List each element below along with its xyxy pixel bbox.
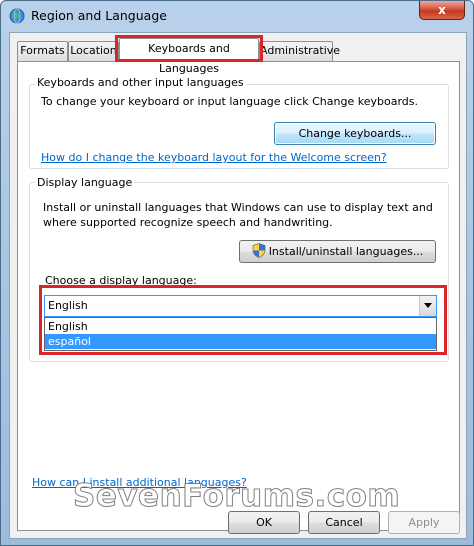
chevron-down-icon xyxy=(424,303,432,308)
option-label: English xyxy=(48,320,88,333)
ok-button[interactable]: OK xyxy=(228,511,300,534)
display-language-select[interactable]: English xyxy=(44,295,437,317)
option-english[interactable]: English xyxy=(45,319,436,334)
apply-button[interactable]: Apply xyxy=(388,511,460,534)
option-espanol[interactable]: español xyxy=(45,334,436,349)
tab-highlight-box xyxy=(115,35,263,62)
tab-administrative[interactable]: Administrative xyxy=(259,41,340,61)
display-description-line1: Install or uninstall languages that Wind… xyxy=(43,201,433,214)
tab-location[interactable]: Location xyxy=(68,41,119,61)
sevenforums-watermark: SevenForums.com xyxy=(72,478,401,515)
select-value: English xyxy=(48,299,88,312)
display-language-group-title: Display language xyxy=(35,176,135,189)
ok-label: OK xyxy=(256,516,272,529)
close-button[interactable]: x xyxy=(419,1,465,20)
apply-label: Apply xyxy=(408,516,440,529)
dropdown-toggle[interactable] xyxy=(419,296,436,316)
tab-label: Formats xyxy=(20,44,65,57)
dialog-client-area: Formats Location Keyboards and Languages… xyxy=(9,32,467,539)
tab-formats[interactable]: Formats xyxy=(17,41,68,61)
window-title: Region and Language xyxy=(31,8,167,23)
close-icon: x xyxy=(438,3,446,17)
tab-label: Location xyxy=(70,44,117,57)
cancel-button[interactable]: Cancel xyxy=(308,511,380,534)
keyboards-description: To change your keyboard or input languag… xyxy=(41,95,418,108)
region-and-language-window: Region and Language x Formats Location K… xyxy=(0,0,474,546)
cancel-label: Cancel xyxy=(325,516,363,529)
tab-label: Administrative xyxy=(260,44,341,57)
option-label: español xyxy=(48,335,91,348)
title-bar[interactable]: Region and Language x xyxy=(1,1,473,31)
welcome-screen-layout-link[interactable]: How do I change the keyboard layout for … xyxy=(41,151,387,164)
display-description-line2: where supported recognize speech and han… xyxy=(43,216,333,229)
change-keyboards-label: Change keyboards... xyxy=(298,127,412,140)
language-dropdown-list: English español xyxy=(44,317,437,351)
install-uninstall-languages-button[interactable]: Install/uninstall languages... xyxy=(239,240,436,263)
install-uninstall-label: Install/uninstall languages... xyxy=(268,245,424,258)
globe-icon xyxy=(9,8,25,24)
uac-shield-icon xyxy=(252,243,266,258)
change-keyboards-button[interactable]: Change keyboards... xyxy=(274,122,436,145)
